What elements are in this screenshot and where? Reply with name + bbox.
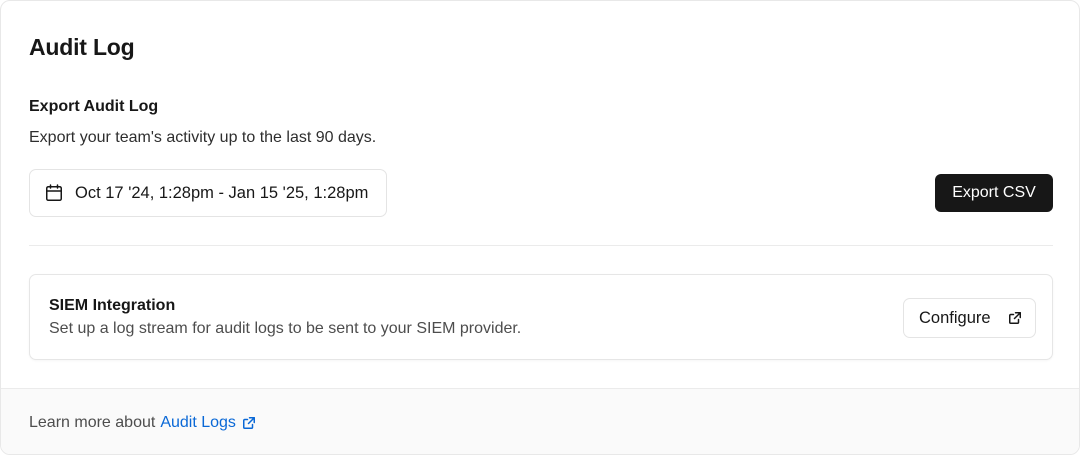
- export-section-title: Export Audit Log: [29, 98, 159, 115]
- date-range-picker[interactable]: Oct 17 '24, 1:28pm - Jan 15 '25, 1:28pm: [29, 169, 387, 217]
- audit-logs-link[interactable]: Audit Logs: [160, 414, 236, 432]
- footer-learn-more: Learn more about Audit Logs: [29, 414, 256, 432]
- external-link-icon: [1008, 311, 1022, 325]
- siem-description: Set up a log stream for audit logs to be…: [49, 320, 522, 337]
- export-csv-button[interactable]: Export CSV: [935, 174, 1053, 212]
- siem-integration-panel: SIEM Integration Set up a log stream for…: [29, 274, 1053, 360]
- section-divider: [29, 245, 1053, 246]
- audit-log-card: Audit Log Export Audit Log Export your t…: [0, 0, 1080, 455]
- date-range-value: Oct 17 '24, 1:28pm - Jan 15 '25, 1:28pm: [75, 183, 369, 202]
- export-section-description: Export your team's activity up to the la…: [29, 129, 377, 146]
- page-title: Audit Log: [29, 34, 135, 60]
- footer-prefix: Learn more about: [29, 414, 156, 431]
- external-link-icon[interactable]: [242, 416, 256, 430]
- footer: Learn more about Audit Logs: [1, 388, 1079, 454]
- configure-button[interactable]: Configure: [903, 298, 1036, 338]
- calendar-icon: [44, 183, 64, 203]
- siem-title: SIEM Integration: [49, 297, 176, 314]
- audit-log-main: Audit Log Export Audit Log Export your t…: [1, 1, 1079, 388]
- configure-button-label: Configure: [919, 308, 991, 327]
